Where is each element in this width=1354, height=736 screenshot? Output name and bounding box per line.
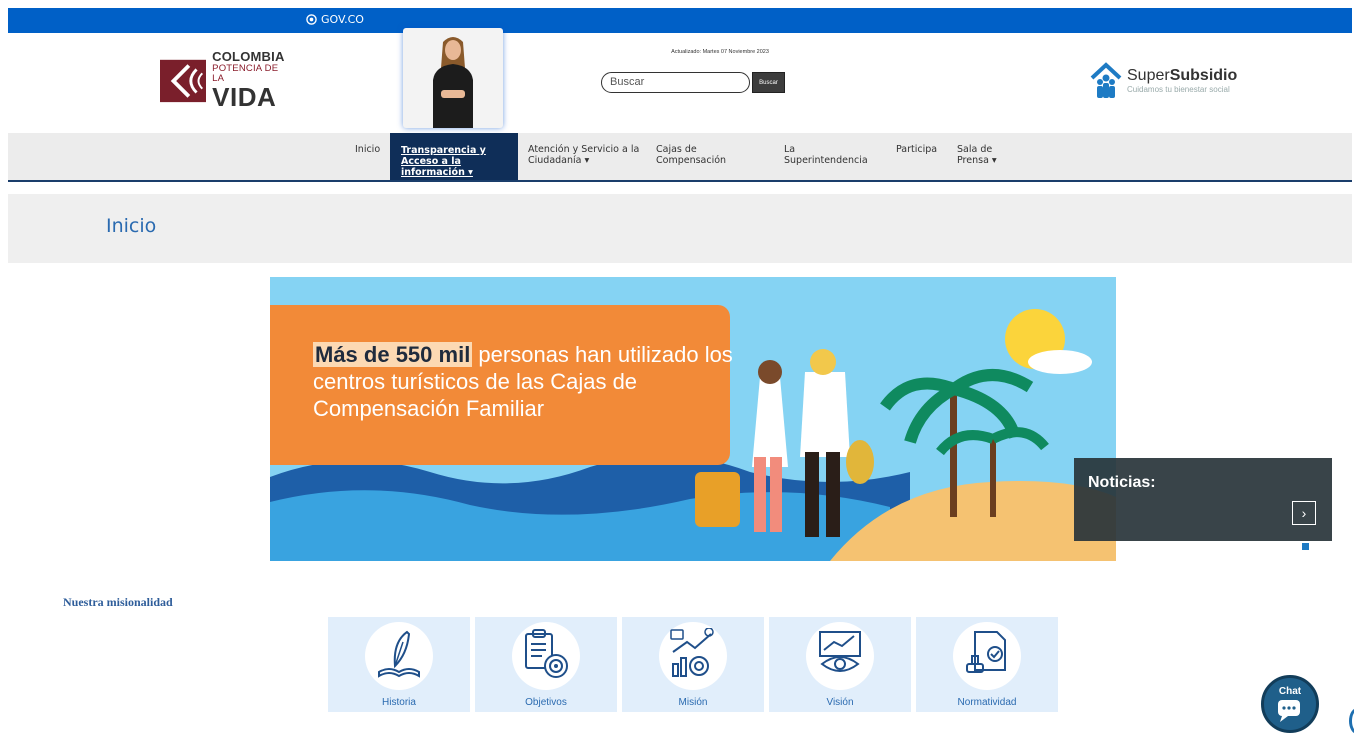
news-title: Noticias:: [1088, 474, 1156, 491]
colombia-logo[interactable]: COLOMBIA POTENCIA DE LA VIDA: [160, 50, 290, 110]
main-nav: Inicio Transparencia y Acceso a la infor…: [8, 133, 1352, 182]
brand-light: Super: [1127, 67, 1170, 84]
nav-inicio[interactable]: Inicio: [355, 144, 380, 155]
logo-text-potencia: POTENCIA DE LA: [212, 63, 279, 84]
last-updated-text: Actualizado: Martes 07 Noviembre 2023: [671, 49, 769, 55]
nav-transparencia-label: Transparencia y Acceso a la información …: [401, 145, 486, 178]
card-vision[interactable]: Visión: [769, 617, 911, 712]
hero-banner[interactable]: Más de 550 mil personas han utilizado lo…: [270, 277, 1116, 561]
nav-superintendencia[interactable]: La Superintendencia: [784, 144, 874, 166]
chat-button[interactable]: Chat: [1261, 675, 1319, 733]
news-next-button[interactable]: ›: [1292, 501, 1316, 525]
gov-shield-icon: [306, 14, 317, 25]
document-stamp-icon: [966, 631, 1006, 673]
brand-bold: Subsidio: [1169, 67, 1238, 84]
breadcrumb-bar: [8, 194, 1352, 263]
eye-chart-icon: [819, 631, 861, 672]
carousel-indicator[interactable]: [1302, 543, 1309, 550]
gov-co-link[interactable]: GOV.CO: [306, 13, 364, 26]
clipboard-target-icon: [525, 629, 568, 678]
card-mision-label: Misión: [678, 697, 708, 708]
card-objetivos-label: Objetivos: [525, 697, 567, 708]
supersubsidio-house-icon: [1090, 62, 1122, 98]
nav-sala-prensa[interactable]: Sala de Prensa ▾: [957, 144, 1027, 166]
nav-transparencia[interactable]: Transparencia y Acceso a la información …: [390, 133, 518, 180]
news-panel: Noticias: ›: [1074, 458, 1332, 541]
quill-book-icon: [378, 630, 420, 678]
banner-highlight: Más de 550 mil: [313, 342, 473, 367]
logo-text-vida: VIDA: [212, 82, 277, 112]
logo-text-colombia: COLOMBIA: [212, 49, 285, 64]
card-mision[interactable]: Misión: [622, 617, 764, 712]
card-objetivos[interactable]: Objetivos: [475, 617, 617, 712]
supersubsidio-logo[interactable]: SuperSubsidio Cuidamos tu bienestar soci…: [1090, 62, 1237, 100]
card-normatividad[interactable]: Normatividad: [916, 617, 1058, 712]
chat-bubble-icon: [1278, 700, 1300, 722]
mision-cards: Historia Objetivos Misión Visión Normati…: [328, 617, 1058, 712]
nav-atencion[interactable]: Atención y Servicio a la Ciudadanía ▾: [528, 144, 643, 166]
search-input[interactable]: Buscar: [601, 72, 750, 93]
nav-participa[interactable]: Participa: [896, 144, 937, 155]
gov-bar: [8, 8, 1352, 33]
banner-headline: Más de 550 mil personas han utilizado lo…: [313, 341, 733, 422]
growth-chart-icon: [670, 628, 714, 677]
mision-section-title: Nuestra misionalidad: [63, 595, 173, 609]
search-button[interactable]: Buscar: [752, 72, 785, 93]
sign-language-interpreter[interactable]: [403, 28, 503, 128]
accessibility-edge-button[interactable]: [1349, 708, 1354, 734]
card-historia[interactable]: Historia: [328, 617, 470, 712]
gov-co-label: GOV.CO: [321, 13, 364, 26]
card-historia-label: Historia: [382, 697, 416, 708]
colombia-mark-icon: [160, 59, 207, 103]
card-vision-label: Visión: [826, 697, 854, 708]
card-normatividad-label: Normatividad: [957, 697, 1017, 708]
breadcrumb: Inicio: [106, 215, 157, 237]
brand-tagline: Cuidamos tu bienestar social: [1127, 85, 1230, 94]
interpreter-figure-icon: [433, 37, 473, 128]
nav-cajas[interactable]: Cajas de Compensación: [656, 144, 731, 166]
